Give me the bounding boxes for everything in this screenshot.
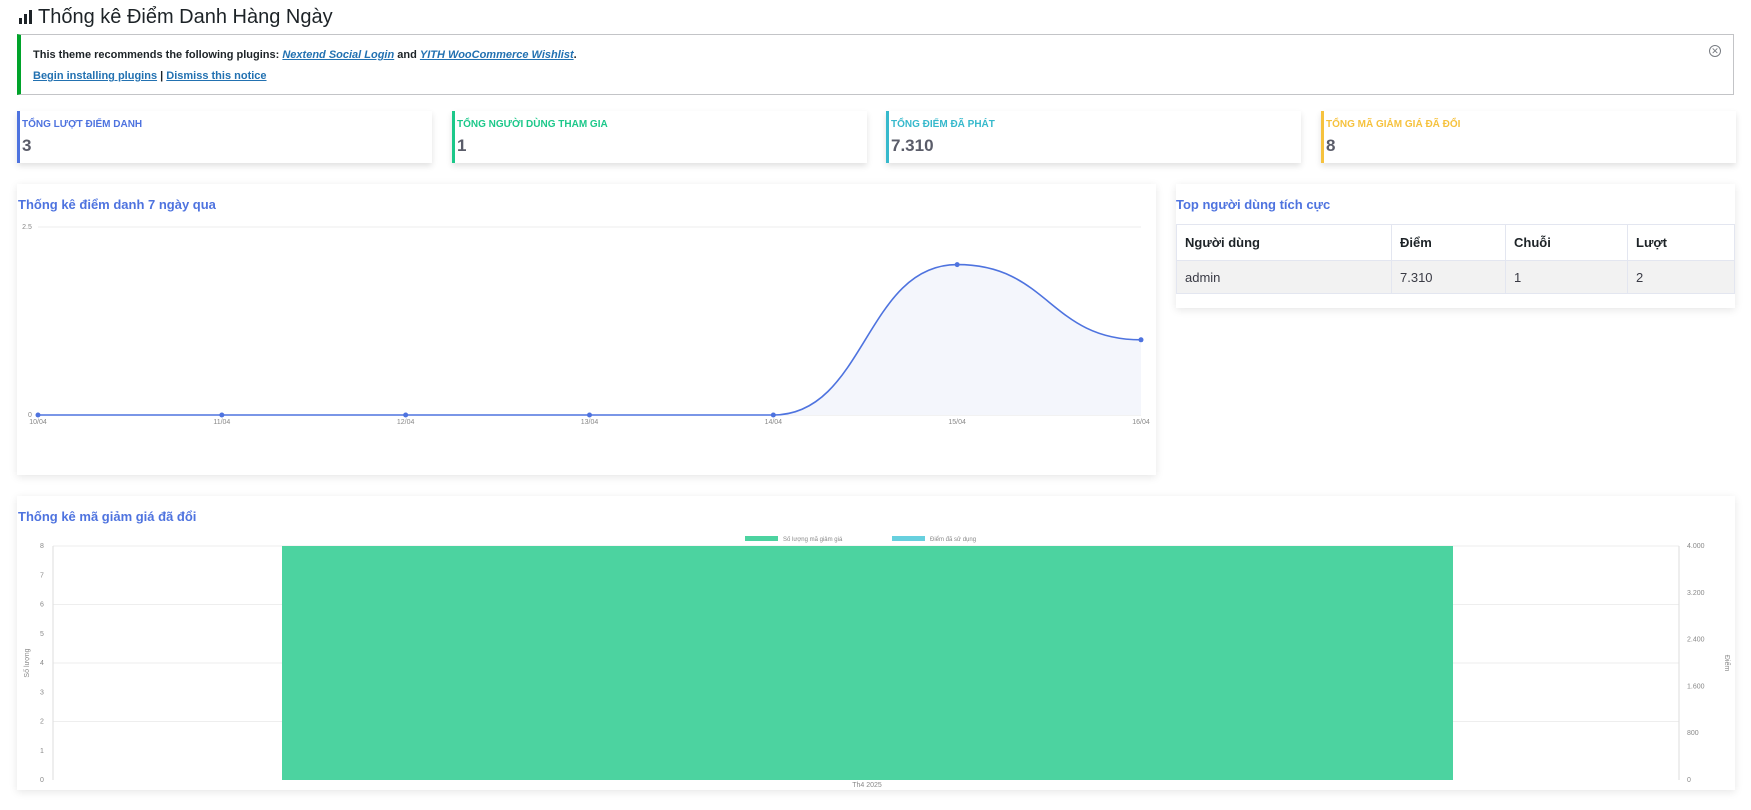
page-title: Thống kê Điểm Danh Hàng Ngày [18,4,333,30]
cell-streak: 1 [1505,260,1628,294]
stat-value: 8 [1326,136,1336,155]
begin-installing-link[interactable]: Begin installing plugins [33,70,157,82]
y-axis-left-tick-label: 2 [40,719,44,726]
y-axis-right-tick-label: 4.000 [1687,543,1705,550]
y-axis-right-tick-label: 0 [1687,777,1691,784]
y-axis-left-tick-label: 1 [40,748,44,755]
notice-period: . [573,49,577,61]
y-axis-right-tick-label: 3.200 [1687,590,1705,597]
top-users-title: Top người dùng tích cực [1176,197,1331,212]
y-axis-right-label: Điểm [1723,655,1731,672]
plugin-notice: This theme recommends the following plug… [17,34,1734,95]
y-axis-left-label: Số lượng [22,648,31,677]
notice-and: and [397,49,417,61]
x-axis-tick-label: 12/04 [397,419,415,426]
notice-message: This theme recommends the following plug… [33,49,1721,61]
stat-value: 3 [22,136,32,155]
y-axis-left-tick-label: 7 [40,572,44,579]
cell-turns: 2 [1627,260,1735,294]
legend-swatch [745,536,778,541]
checkin-line-chart: 2.5 010/04 11/04 12/04 13/04 14/04 15/04 16/04 [22,224,1150,426]
close-circle-icon[interactable]: ✕ [1709,45,1721,57]
x-axis-tick-label: 16/04 [1132,419,1150,426]
stat-label: Tổng mã giảm giá đã đổi [1326,119,1461,130]
y-axis-right-tick-label: 1.600 [1687,683,1705,690]
data-point [1138,337,1144,343]
stat-value: 1 [457,136,467,155]
notice-separator: | [160,70,164,82]
x-axis-tick-label: 11/04 [213,419,230,426]
y-axis-left-tick-label: 6 [40,602,44,609]
cell-points: 7.310 [1391,260,1506,294]
data-point [403,412,409,418]
plugin-link-nextend[interactable]: Nextend Social Login [282,49,394,61]
stat-card-checkins: Tổng lượt điểm danh 3 [17,111,432,163]
y-axis-right-tick-label: 2.400 [1687,637,1705,644]
y-axis-tick-label: 2.5 [22,224,32,231]
stat-label: Tổng điểm đã phát [891,119,995,130]
y-axis-right-tick-label: 800 [1687,730,1699,737]
data-point [954,262,960,268]
checkin-chart-card: Thống kê điểm danh 7 ngày qua 2.5 0 10/04 1… [17,184,1156,475]
data-point [587,412,592,418]
line-area-fill [38,264,1141,415]
page-title-text: Thống kê Điểm Danh Hàng Ngày [38,5,333,28]
y-axis-left-tick-label: 8 [40,543,44,550]
legend-label: Điểm đã sử dụng [930,536,976,543]
x-axis-tick-label: 13/04 [581,419,599,426]
table-header-row: Người dùng Điểm Chuỗi Lượt [1176,224,1735,261]
data-point [770,412,776,418]
x-axis-tick-label: Th4 2025 [852,782,882,789]
stat-card-coupons: Tổng mã giảm giá đã đổi 8 [1321,111,1736,163]
plugin-link-yith[interactable]: YITH WooCommerce Wishlist [420,49,574,61]
x-axis-tick-label: 15/04 [948,419,966,426]
column-header-turns: Lượt [1627,224,1735,261]
notice-text: This theme recommends the following plug… [33,49,280,61]
top-users-table: Người dùng Điểm Chuỗi Lượt admin 7.310 1… [1176,224,1735,294]
legend-swatch [892,536,925,541]
column-header-points: Điểm [1391,224,1506,261]
stat-card-users: Tổng người dùng tham gia 1 [452,111,867,163]
stat-label: Tổng lượt điểm danh [22,119,143,130]
y-axis-left-tick-label: 4 [40,660,44,667]
y-axis-left-tick-label: 0 [40,777,44,784]
stat-card-points: Tổng điểm đã phát 7.310 [886,111,1301,163]
bar-chart-icon [19,10,32,24]
bar-coupon-count [282,546,1453,780]
coupon-bar-chart: 0 1 2 3 4 5 6 7 8 0 800 1.600 2.400 3.200 4.000 Số lượn… [22,536,1731,789]
column-header-user: Người dùng [1176,224,1392,261]
y-axis-tick-label: 0 [28,412,32,419]
data-point [219,412,225,418]
top-users-table-wrap: Người dùng Điểm Chuỗi Lượt admin 7.310 1… [1176,224,1735,294]
x-axis-tick-label: 10/04 [29,419,47,426]
y-axis-left-tick-label: 3 [40,689,44,696]
dismiss-notice-link[interactable]: Dismiss this notice [166,70,266,82]
legend-label: Số lượng mã giảm giá [783,537,843,543]
data-point [35,412,41,418]
x-axis-tick-label: 14/04 [765,419,783,426]
y-axis-left-tick-label: 5 [40,631,44,638]
top-users-card: Top người dùng tích cực Người dùng Điểm … [1176,184,1735,308]
notice-actions: Begin installing plugins | Dismiss this … [33,70,1721,82]
cell-user: admin [1176,260,1392,294]
coupon-chart-card: Thống kê mã giảm giá đã đổi 0 1 2 3 4 5 6 7 8 0 80… [17,496,1735,790]
table-row: admin 7.310 1 2 [1176,260,1735,294]
stat-value: 7.310 [891,136,934,155]
column-header-streak: Chuỗi [1505,224,1628,261]
stat-label: Tổng người dùng tham gia [457,119,608,130]
